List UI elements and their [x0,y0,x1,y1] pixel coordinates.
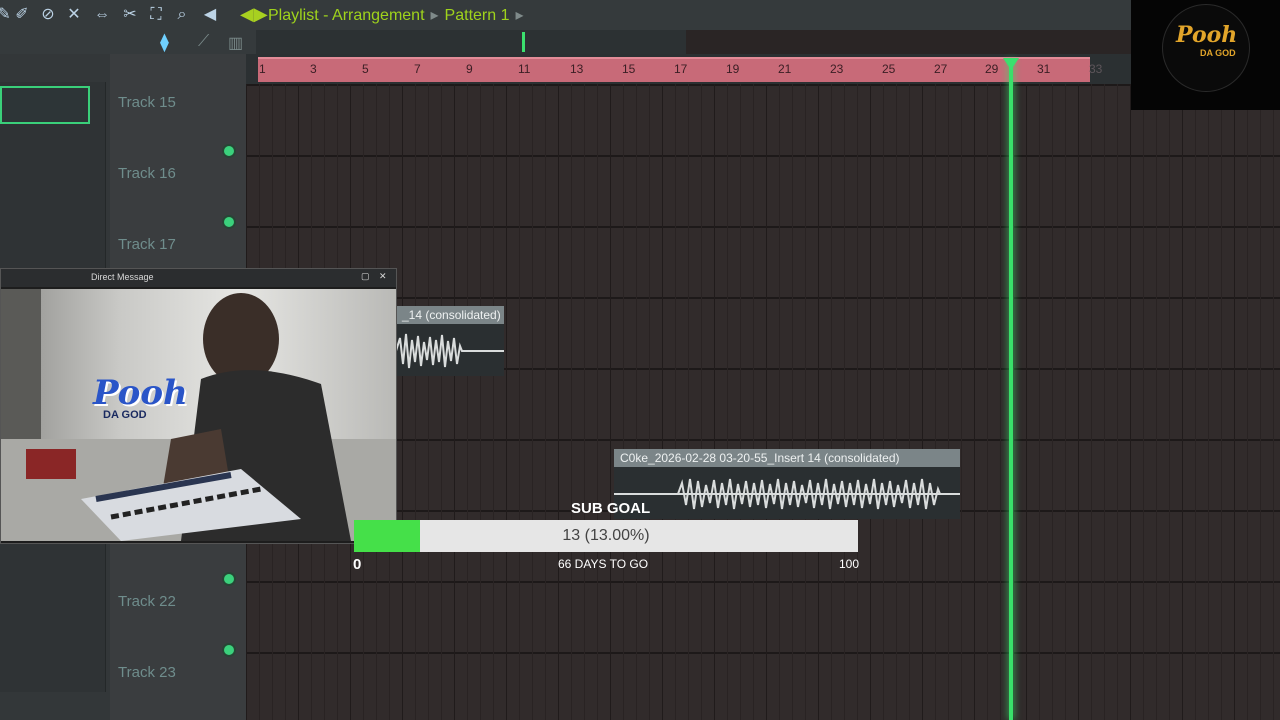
ruler-tick: 11 [518,62,531,76]
brand-logo-sub: DA GOD [1200,48,1236,58]
secondary-toolbar [0,30,256,54]
ruler-tick: 5 [362,62,369,76]
sub-goal-label: SUB GOAL [571,500,651,517]
slice-tool-icon[interactable]: ✂ [120,5,140,25]
select-tool-icon[interactable]: ⛶ [146,5,166,25]
overview-playhead [522,32,525,52]
ruler-tick: 25 [882,62,896,76]
top-toolbar [0,0,1280,30]
track-name[interactable]: Track 17 [118,236,176,253]
ruler-tick: 13 [570,62,584,76]
track-active-dot[interactable] [224,146,234,156]
ruler-tick: 1 [259,62,266,76]
delete-tool-icon[interactable]: ⊘ [38,5,58,25]
ruler-tick: 31 [1037,62,1051,76]
ruler-tick: 19 [726,62,740,76]
sub-goal-min: 0 [353,556,362,573]
title-text: Playlist - Arrangement [268,7,425,24]
ruler-tick: 15 [622,62,636,76]
pattern-selector[interactable]: Pattern 1 [445,7,510,24]
selected-browser-item[interactable] [0,86,90,124]
webcam-title: Direct Message [91,272,154,282]
sub-goal-value: 13 (13.00%) [562,527,650,544]
sub-goal-progress-bar: 13 (13.00%) [354,520,858,552]
webcam-logo-sub: DA GOD [103,409,147,421]
audio-clip[interactable]: C0ke_2026-02-28 03-20-55_Insert 14 (cons… [614,449,960,519]
track-name[interactable]: Track 23 [118,664,176,681]
webcam-logo-text: Pooh [93,373,188,413]
link-icon[interactable]: ⟋ [198,33,209,51]
ruler-tick: 7 [414,62,421,76]
waveform [614,478,960,510]
webcam-window: Direct Message ▢ ✕ Pooh DA GOD [0,268,397,544]
ruler-tick: 9 [466,62,473,76]
clip-title: C0ke_2026-02-28 03-20-55_Insert 14 (cons… [614,449,960,467]
keyboard-icon[interactable]: ▥ [228,33,243,53]
ruler-tick: 27 [934,62,948,76]
maximize-icon[interactable]: ▢ [361,271,370,282]
webcam-scene [1,289,396,541]
ruler-tick: 3 [310,62,317,76]
breadcrumb-arrow-icon: ▸ [515,7,524,24]
track-name[interactable]: Track 22 [118,593,176,610]
close-icon[interactable]: ✕ [379,271,387,282]
track-active-dot[interactable] [224,574,234,584]
ruler-tick: 33 [1089,62,1103,76]
track-name[interactable]: Track 16 [118,165,176,182]
playlist-grid[interactable] [246,84,1280,720]
webcam-video: Pooh DA GOD [1,289,396,541]
track-name[interactable]: Track 15 [118,94,176,111]
ruler-tick: 23 [830,62,844,76]
slip-tool-icon[interactable]: ⇔ [92,5,112,25]
playback-tool-icon[interactable]: ◀ [200,5,220,25]
sub-goal-max: 100 [839,557,860,571]
snap-icon[interactable]: ⧫ [160,32,169,53]
ruler-tick: 21 [778,62,792,76]
ruler-tick: 29 [985,62,999,76]
paint-tool-icon[interactable]: ✐ [12,5,32,25]
window-title: Playlist - Arrangement ▸ Pattern 1 ▸ [268,5,530,25]
track-active-dot[interactable] [224,217,234,227]
sub-goal-days: 66 DAYS TO GO [558,557,649,571]
track-active-dot[interactable] [224,645,234,655]
breadcrumb-separator-icon: ▸ [430,7,439,24]
clip-title: _14 (consolidated) [396,306,504,324]
playhead-line[interactable] [1009,60,1013,720]
overview-scrollbar[interactable] [256,30,686,54]
audio-clip[interactable]: _14 (consolidated) [396,306,504,376]
brand-logo-text: Pooh [1176,22,1238,48]
mute-tool-icon[interactable]: ✕ [64,5,84,25]
webcam-titlebar: Direct Message ▢ ✕ [1,269,396,287]
playhead-marker-icon[interactable] [1003,58,1019,70]
arrangement-icon[interactable]: ◀▶ [240,4,268,25]
zoom-tool-icon[interactable]: ⌕ [172,5,192,25]
waveform [396,333,504,369]
ruler-tick: 17 [674,62,688,76]
